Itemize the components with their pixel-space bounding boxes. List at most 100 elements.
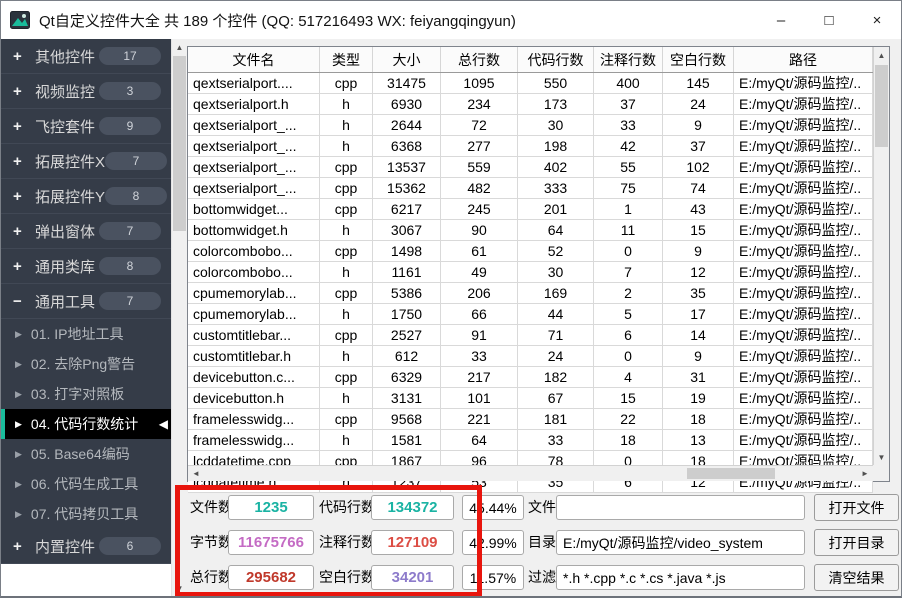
table-row[interactable]: qextserialport_...cpp153624823337574E:/m… xyxy=(188,178,873,199)
app-window: Qt自定义控件大全 共 189 个控件 (QQ: 517216493 WX: f… xyxy=(0,0,902,598)
table-cell: 9 xyxy=(663,115,734,135)
sidebar-child-label: 02. 去除Png警告 xyxy=(31,354,135,374)
expander-icon[interactable]: + xyxy=(13,538,29,555)
close-button[interactable]: × xyxy=(853,1,901,39)
sidebar-scrollbar[interactable]: ▲ ▼ xyxy=(171,39,187,596)
table-cell: 61 xyxy=(441,241,518,261)
column-header[interactable]: 总行数 xyxy=(441,47,518,72)
table-cell: 33 xyxy=(518,430,594,450)
table-horizontal-scrollbar[interactable]: ◄ ► xyxy=(188,465,873,481)
form-text-input[interactable] xyxy=(556,495,805,520)
sidebar-group-label: 通用类库 xyxy=(35,256,95,277)
table-cell: 198 xyxy=(518,136,594,156)
table-row[interactable]: colorcombobo...h11614930712E:/myQt/源码监控/… xyxy=(188,262,873,283)
table-row[interactable]: customtitlebar...cpp25279171614E:/myQt/源… xyxy=(188,325,873,346)
form-text-input[interactable] xyxy=(556,530,805,555)
table-cell: 55 xyxy=(594,157,663,177)
expander-icon[interactable]: + xyxy=(13,48,29,65)
table-row[interactable]: qextserialport.hh69302341733724E:/myQt/源… xyxy=(188,94,873,115)
column-header[interactable]: 路径 xyxy=(734,47,873,72)
table-cell: 482 xyxy=(441,178,518,198)
table-cell: h xyxy=(320,136,373,156)
sidebar-group-item[interactable]: + 其他控件 17 xyxy=(1,39,171,74)
scroll-down-icon[interactable]: ▼ xyxy=(172,580,187,596)
sidebar-group-item[interactable]: − 通用工具 7 xyxy=(1,284,171,319)
expander-icon[interactable]: − xyxy=(13,293,29,310)
sidebar-child-label: 01. IP地址工具 xyxy=(31,324,124,344)
action-button[interactable]: 打开目录 xyxy=(814,529,899,556)
table-row[interactable]: colorcombobo...cpp1498615209E:/myQt/源码监控… xyxy=(188,241,873,262)
expander-icon[interactable]: + xyxy=(13,118,29,135)
sidebar-group-item[interactable]: + 内置控件 6 xyxy=(1,529,171,564)
expander-icon[interactable]: + xyxy=(13,188,29,205)
table-row[interactable]: qextserialport_...cpp1353755940255102E:/… xyxy=(188,157,873,178)
table-vscroll-thumb[interactable] xyxy=(875,65,888,147)
table-row[interactable]: customtitlebar.hh612332409E:/myQt/源码监控/.… xyxy=(188,346,873,367)
scroll-left-icon[interactable]: ◄ xyxy=(188,466,204,481)
table-row[interactable]: framelesswidg...h158164331813E:/myQt/源码监… xyxy=(188,430,873,451)
table-cell: E:/myQt/源码监控/.. xyxy=(734,136,873,156)
stat-label: 注释行数 xyxy=(319,530,375,555)
sidebar-child-item[interactable]: ▶ 07. 代码拷贝工具 xyxy=(1,499,171,529)
sidebar-group-item[interactable]: + 通用类库 8 xyxy=(1,249,171,284)
expander-icon[interactable]: + xyxy=(13,258,29,275)
expander-icon[interactable]: + xyxy=(13,83,29,100)
column-header[interactable]: 代码行数 xyxy=(518,47,594,72)
scroll-right-icon[interactable]: ► xyxy=(857,466,873,481)
sidebar-child-item[interactable]: ▶ 05. Base64编码 xyxy=(1,439,171,469)
scroll-down-icon[interactable]: ▼ xyxy=(874,449,889,465)
table-row[interactable]: qextserialport_...h26447230339E:/myQt/源码… xyxy=(188,115,873,136)
column-header[interactable]: 类型 xyxy=(320,47,373,72)
sidebar-child-item[interactable]: ▶ 02. 去除Png警告 xyxy=(1,349,171,379)
expander-icon[interactable]: + xyxy=(13,153,29,170)
sidebar-scrollbar-thumb[interactable] xyxy=(173,56,186,231)
table-cell: 9568 xyxy=(373,409,441,429)
maximize-button[interactable]: □ xyxy=(805,1,853,39)
column-header[interactable]: 空白行数 xyxy=(663,47,734,72)
table-row[interactable]: bottomwidget...cpp6217245201143E:/myQt/源… xyxy=(188,199,873,220)
column-header[interactable]: 文件名 xyxy=(188,47,320,72)
table-cell: E:/myQt/源码监控/.. xyxy=(734,304,873,324)
table-cell: h xyxy=(320,430,373,450)
sidebar-group-item[interactable]: + 拓展控件Y 8 xyxy=(1,179,171,214)
column-header[interactable]: 注释行数 xyxy=(594,47,663,72)
table-row[interactable]: devicebutton.hh3131101671519E:/myQt/源码监控… xyxy=(188,388,873,409)
table-row[interactable]: devicebutton.c...cpp6329217182431E:/myQt… xyxy=(188,367,873,388)
sidebar-group-item[interactable]: + 视频监控 3 xyxy=(1,74,171,109)
table-cell: 9 xyxy=(663,346,734,366)
table-row[interactable]: qextserialport....cpp314751095550400145E… xyxy=(188,73,873,94)
stat-percent-field: 11.57% xyxy=(462,565,524,590)
table-cell: 22 xyxy=(594,409,663,429)
column-header[interactable]: 大小 xyxy=(373,47,441,72)
table-row[interactable]: cpumemorylab...cpp5386206169235E:/myQt/源… xyxy=(188,283,873,304)
form-text-input[interactable] xyxy=(556,565,805,590)
action-button[interactable]: 清空结果 xyxy=(814,564,899,591)
action-button[interactable]: 打开文件 xyxy=(814,494,899,521)
table-hscroll-thumb[interactable] xyxy=(687,468,775,479)
table-cell: 31 xyxy=(663,367,734,387)
table-vertical-scrollbar[interactable]: ▲ ▼ xyxy=(873,47,889,465)
sidebar-child-item[interactable]: ▶ 04. 代码行数统计 ◀ xyxy=(1,409,171,439)
minimize-button[interactable]: – xyxy=(757,1,805,39)
table-row[interactable]: qextserialport_...h63682771984237E:/myQt… xyxy=(188,136,873,157)
table-row[interactable]: cpumemorylab...h17506644517E:/myQt/源码监控/… xyxy=(188,304,873,325)
table-cell: 91 xyxy=(441,325,518,345)
expander-icon[interactable]: + xyxy=(13,223,29,240)
table-cell: h xyxy=(320,388,373,408)
sidebar-child-item[interactable]: ▶ 01. IP地址工具 xyxy=(1,319,171,349)
sidebar-child-item[interactable]: ▶ 03. 打字对照板 xyxy=(1,379,171,409)
stat-value-field: 11675766 xyxy=(228,530,314,555)
table-cell: 402 xyxy=(518,157,594,177)
table-cell: 6217 xyxy=(373,199,441,219)
sidebar-child-item[interactable]: ▶ 06. 代码生成工具 xyxy=(1,469,171,499)
scroll-up-icon[interactable]: ▲ xyxy=(874,47,889,63)
table-row[interactable]: framelesswidg...cpp95682211812218E:/myQt… xyxy=(188,409,873,430)
stat-label: 文件数 xyxy=(190,495,232,520)
scroll-up-icon[interactable]: ▲ xyxy=(172,39,187,55)
sidebar-group-item[interactable]: + 飞控套件 9 xyxy=(1,109,171,144)
sidebar-group-item[interactable]: + 拓展控件X 7 xyxy=(1,144,171,179)
table-row[interactable]: bottomwidget.hh306790641115E:/myQt/源码监控/… xyxy=(188,220,873,241)
sidebar-group-item[interactable]: + 弹出窗体 7 xyxy=(1,214,171,249)
table-body: qextserialport....cpp314751095550400145E… xyxy=(188,73,873,465)
table-cell: bottomwidget... xyxy=(188,199,320,219)
